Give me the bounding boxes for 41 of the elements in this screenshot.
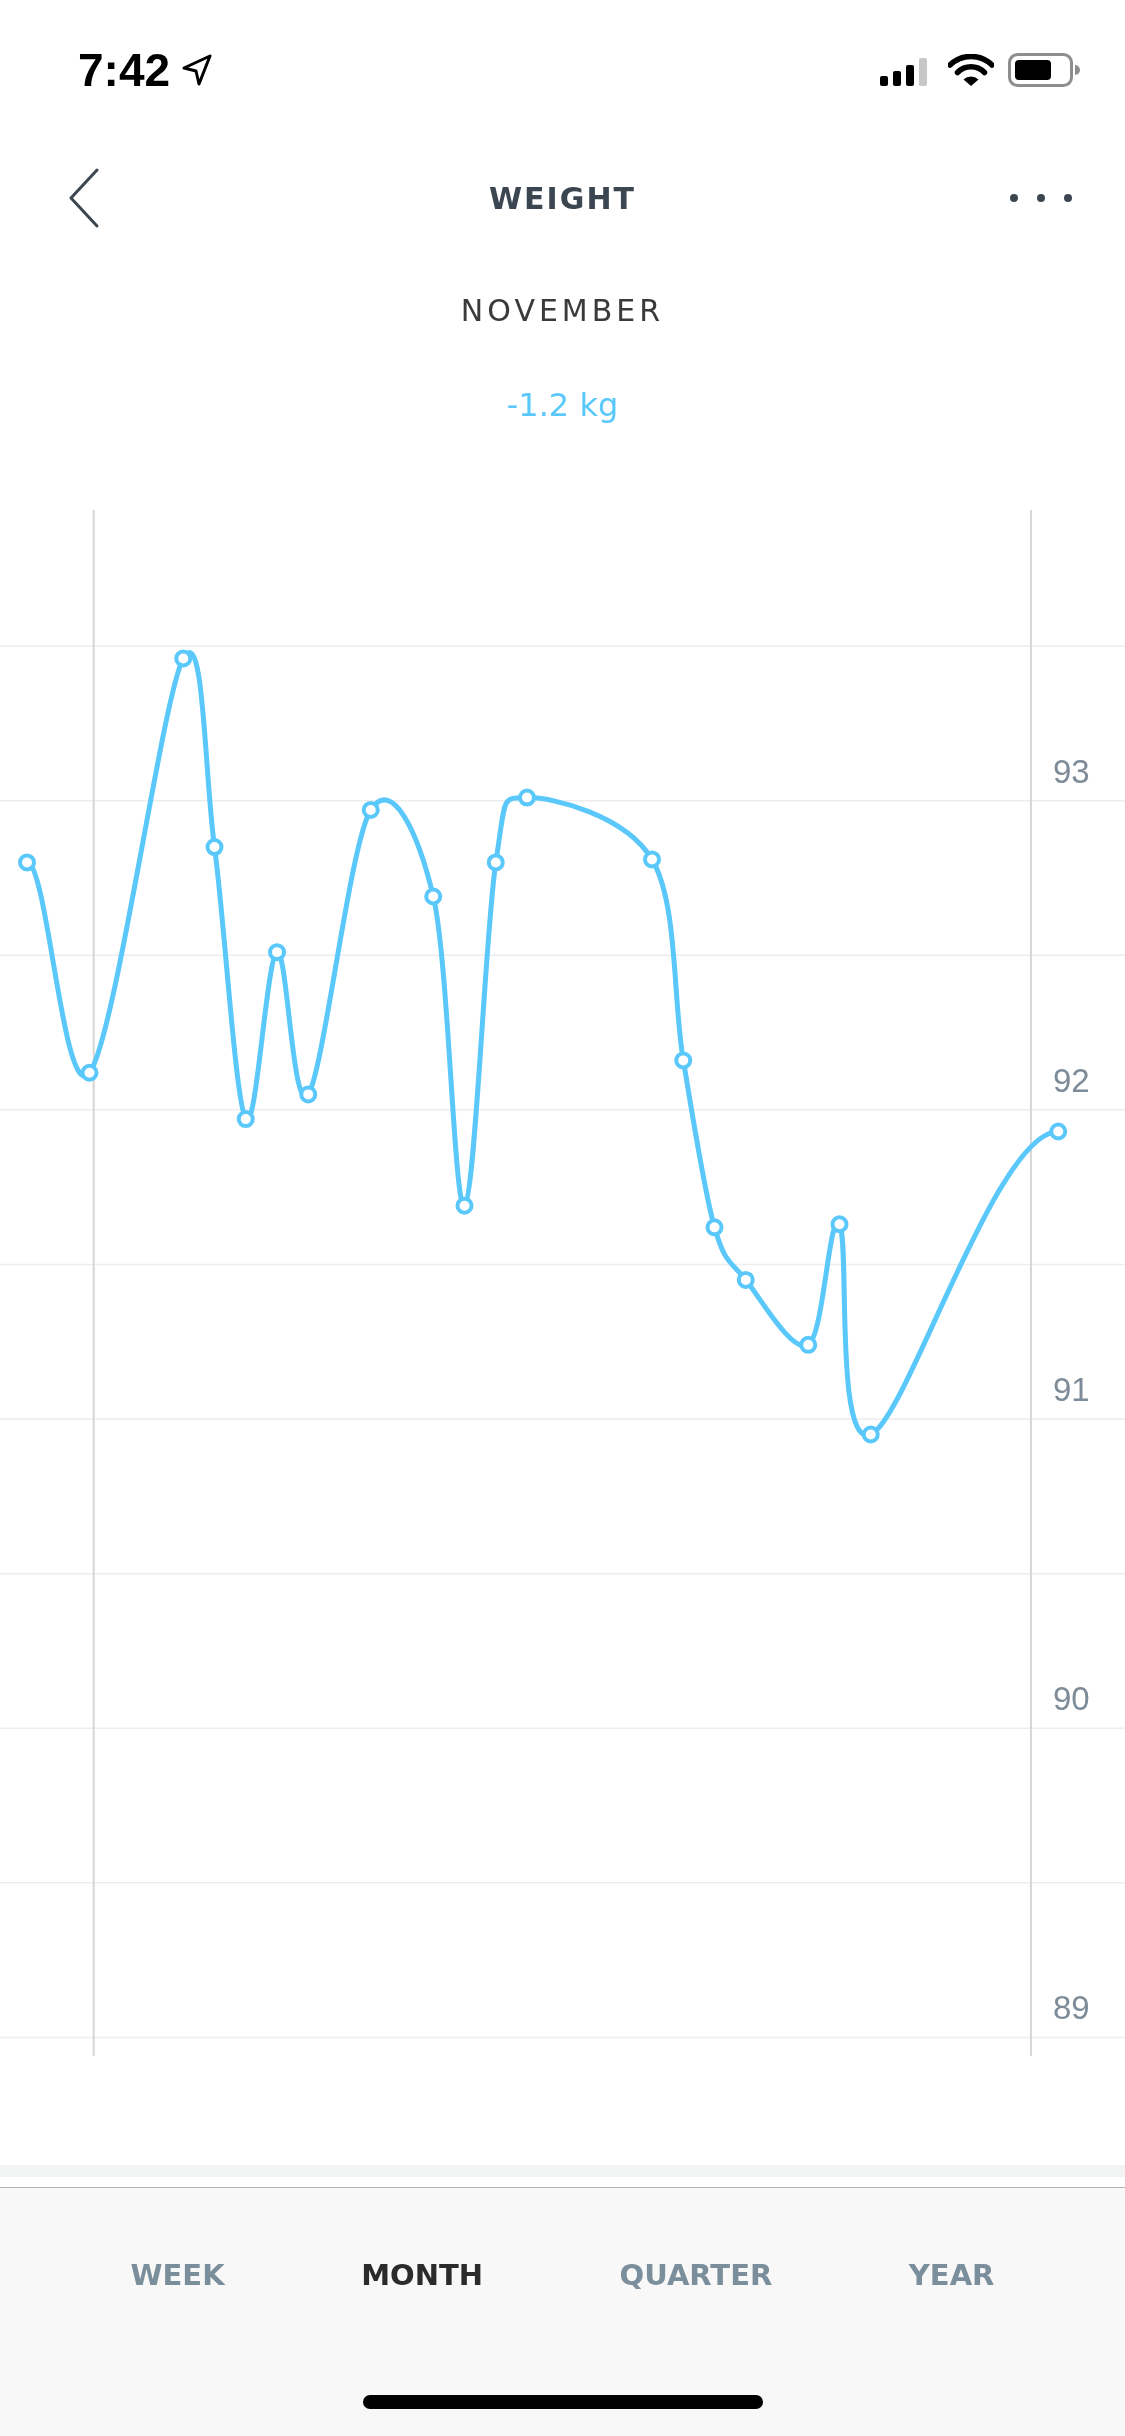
- chevron-left-icon: [68, 168, 100, 228]
- data-point: [1049, 1122, 1068, 1141]
- period-tab[interactable]: MONTH: [355, 2248, 490, 2302]
- period-tab[interactable]: QUARTER: [613, 2248, 779, 2302]
- period-tab[interactable]: WEEK: [124, 2248, 231, 2302]
- signal-icon: [880, 58, 930, 86]
- location-arrow-icon: [182, 54, 213, 86]
- more-icon: [1009, 193, 1073, 203]
- axis-label: 93: [1052, 752, 1090, 790]
- data-point: [518, 788, 536, 807]
- period-tab[interactable]: YEAR: [902, 2248, 1001, 2302]
- weight-change: -1.2 kg: [506, 385, 619, 425]
- period-label: NOVEMBER: [460, 292, 665, 330]
- data-point: [174, 649, 193, 668]
- data-point: [18, 853, 36, 872]
- data-point: [643, 850, 661, 869]
- screen-title: WEIGHT: [489, 180, 636, 216]
- back-button[interactable]: [68, 168, 100, 228]
- data-point: [799, 1335, 818, 1354]
- data-point: [674, 1051, 693, 1070]
- data-point: [736, 1270, 755, 1289]
- data-point: [361, 800, 380, 819]
- axis-label: 92: [1052, 1061, 1090, 1099]
- data-point: [299, 1085, 318, 1104]
- more-button[interactable]: [1009, 193, 1073, 203]
- battery-icon: [1008, 53, 1080, 87]
- data-point: [830, 1215, 849, 1234]
- data-point: [486, 853, 505, 872]
- data-point: [205, 838, 224, 857]
- axis-label: 90: [1052, 1680, 1090, 1718]
- data-point: [455, 1196, 474, 1215]
- axis-label: 89: [1052, 1989, 1090, 2027]
- data-point: [80, 1063, 99, 1082]
- data-point: [705, 1218, 724, 1237]
- data-point: [861, 1425, 880, 1444]
- data-point: [424, 887, 443, 906]
- axis-label: 91: [1052, 1371, 1090, 1409]
- wifi-icon: [948, 53, 994, 87]
- data-point: [268, 943, 286, 962]
- data-point: [236, 1110, 255, 1129]
- status-time: 7:42: [78, 47, 171, 93]
